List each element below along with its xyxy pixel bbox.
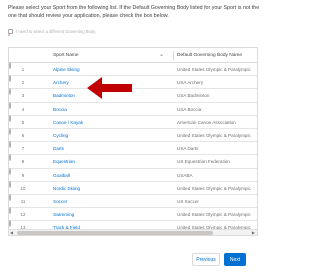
row-number: 9 [21,172,25,178]
row-radio-button[interactable] [9,167,11,175]
column-header-sport-name[interactable]: Sport Name [53,48,79,63]
sport-name-link[interactable]: Equestrian [53,155,163,168]
row-radio-button[interactable] [9,180,11,188]
scrollbar-thumb[interactable] [17,231,213,235]
sport-name-link[interactable]: Badminton [53,89,163,102]
table-row[interactable]: 3 Badminton USA Badminton [9,88,257,103]
row-number: 2 [21,80,25,86]
table-row[interactable]: 6 Cycling United States Olympic & Paralymp… [9,128,257,143]
row-radio-button[interactable] [9,141,11,149]
governing-body-name: USA Darts [177,146,199,152]
table-header: Sport Name ⌄ Default Governing Body Name [9,48,257,63]
row-radio-button[interactable] [9,207,11,215]
sport-name-link[interactable]: Archery [53,76,163,89]
row-radio-button[interactable] [9,194,11,201]
previous-button[interactable]: Previous [192,253,220,266]
governing-body-name: United States Olympic & Paralympic [177,133,251,138]
sport-name-link[interactable]: Soccer [53,195,163,208]
sport-name-link[interactable]: Darts [53,142,163,155]
sport-name-link[interactable]: Swimming [53,208,163,221]
row-number: 1 [21,67,25,72]
row-number: 3 [21,93,25,99]
governing-body-name: United States Olympic & Paralympic [177,67,251,72]
row-number: 8 [21,159,25,165]
governing-body-name: United States Olympic & Paralympic [177,185,251,191]
governing-body-name: USA Archery [177,80,204,86]
column-header-governing-body[interactable]: Default Governing Body Name [177,48,257,63]
table-row[interactable]: 2 Archery USA Archery [9,75,257,90]
table-row[interactable]: 9 Goalball USABA [9,167,257,182]
sport-name-link[interactable]: Nordic Skiing [53,182,163,195]
sport-name-link[interactable]: Alpine Skiing [53,63,163,76]
table-row[interactable]: 11 Soccer US Soccer [9,194,257,209]
table-row[interactable]: 4 Boccia USA Boccia [9,101,257,116]
row-radio-button[interactable] [9,101,11,109]
row-radio-button[interactable] [9,88,11,96]
row-number: 10 [20,185,26,191]
row-number: 12 [20,212,26,218]
row-number: 5 [21,119,25,125]
sport-name-link[interactable]: Boccia [53,103,163,116]
table-row[interactable]: 10 Nordic Skiing United States Olympic & P… [9,180,257,195]
table-row[interactable]: 5 Canoe / Kayak American Canoe Association [9,114,257,129]
row-radio-button[interactable] [9,154,11,162]
governing-body-name: US Equestrian Federation [177,159,230,165]
table-row[interactable]: 1 Alpine Skiing United States Olympic & Pa… [9,62,257,77]
row-radio-button[interactable] [9,220,11,228]
column-divider [173,51,174,60]
sport-name-link[interactable]: Canoe / Kayak [53,116,163,129]
governing-body-name: USABA [177,172,193,178]
governing-body-name: US Soccer [177,199,199,204]
horizontal-scrollbar[interactable]: ◀ ▶ [9,229,257,235]
sport-name-link[interactable]: Goalball [53,169,163,182]
different-governing-body-checkbox-row[interactable]: I need to select a different Governing B… [8,27,96,35]
checkbox-label: I need to select a different Governing B… [16,28,97,34]
row-number: 6 [21,133,25,138]
row-number: 7 [21,146,25,152]
required-marker: * [8,34,10,40]
sport-name-link[interactable]: Cycling [53,129,163,142]
governing-body-name: American Canoe Association [177,119,236,125]
row-radio-button[interactable] [9,128,11,135]
different-governing-body-checkbox[interactable] [8,28,13,34]
next-button[interactable]: Next [224,253,246,266]
scroll-right-icon[interactable]: ▶ [252,230,255,235]
row-number: 4 [21,106,25,112]
table-row[interactable]: 12 Swimming United States Olympic & Paraly… [9,207,257,222]
row-radio-button[interactable] [9,62,11,69]
row-number: 11 [20,199,26,204]
row-radio-button[interactable] [9,114,11,122]
governing-body-name: United States Olympic & Paralympic [177,212,251,218]
sports-table: Sport Name ⌄ Default Governing Body Name… [8,47,258,236]
scroll-left-icon[interactable]: ◀ [10,230,13,235]
chevron-down-icon[interactable]: ⌄ [159,48,164,63]
table-row[interactable]: 7 Darts USA Darts [9,141,257,156]
governing-body-name: USA Boccia [177,106,202,112]
governing-body-name: USA Badminton [177,93,210,99]
table-row[interactable]: 8 Equestrian US Equestrian Federation [9,154,257,169]
instructions-text: Please select your Sport from the follow… [8,5,260,20]
row-radio-button[interactable] [9,75,11,83]
